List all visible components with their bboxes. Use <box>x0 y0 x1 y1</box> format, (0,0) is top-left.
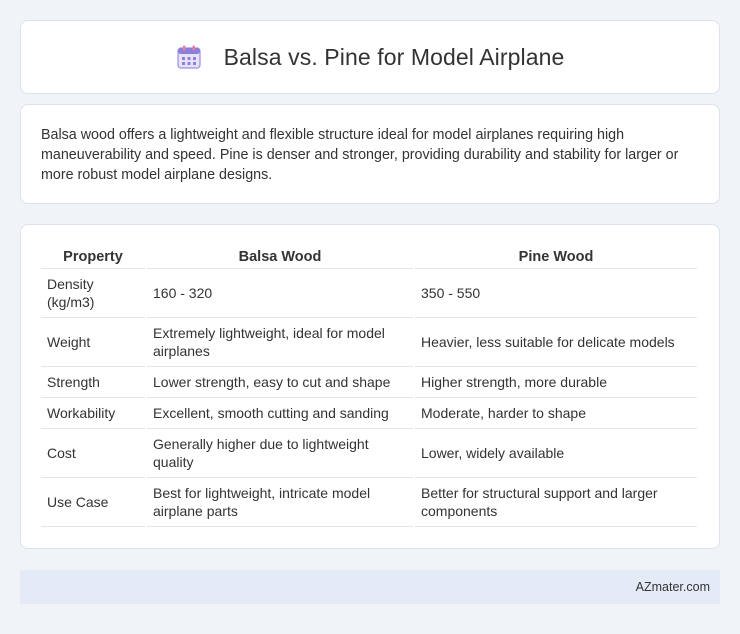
cell-pine: Lower, widely available <box>415 429 697 478</box>
description-text: Balsa wood offers a lightweight and flex… <box>41 127 679 183</box>
description-card: Balsa wood offers a lightweight and flex… <box>20 104 720 204</box>
header-pine: Pine Wood <box>415 245 697 269</box>
title-card: Balsa vs. Pine for Model Airplane <box>20 20 720 94</box>
footer-brand: AZmater.com <box>635 580 710 594</box>
header-property: Property <box>41 245 145 269</box>
table-row: Workability Excellent, smooth cutting an… <box>41 398 697 429</box>
cell-property: Use Case <box>41 478 145 527</box>
cell-property: Weight <box>41 318 145 367</box>
page-title: Balsa vs. Pine for Model Airplane <box>223 43 565 70</box>
cell-property: Workability <box>41 398 145 429</box>
header-balsa: Balsa Wood <box>147 245 413 269</box>
table-row: Weight Extremely lightweight, ideal for … <box>41 318 697 367</box>
cell-balsa: 160 - 320 <box>147 269 413 318</box>
cell-property: Cost <box>41 429 145 478</box>
table-row: Density (kg/m3) 160 - 320 350 - 550 <box>41 269 697 318</box>
footer: AZmater.com <box>20 570 720 604</box>
cell-balsa: Generally higher due to lightweight qual… <box>147 429 413 478</box>
comparison-table-card: Property Balsa Wood Pine Wood Density (k… <box>20 224 720 549</box>
cell-balsa: Lower strength, easy to cut and shape <box>147 367 413 398</box>
cell-property: Density (kg/m3) <box>41 269 145 318</box>
cell-pine: Higher strength, more durable <box>415 367 697 398</box>
cell-pine: Heavier, less suitable for delicate mode… <box>415 318 697 367</box>
table-row: Use Case Best for lightweight, intricate… <box>41 478 697 527</box>
table-row: Strength Lower strength, easy to cut and… <box>41 367 697 398</box>
cell-balsa: Best for lightweight, intricate model ai… <box>147 478 413 527</box>
table-header-row: Property Balsa Wood Pine Wood <box>41 245 697 269</box>
cell-property: Strength <box>41 367 145 398</box>
comparison-table: Property Balsa Wood Pine Wood Density (k… <box>39 245 699 527</box>
cell-balsa: Extremely lightweight, ideal for model a… <box>147 318 413 367</box>
cell-pine: 350 - 550 <box>415 269 697 318</box>
calendar-icon <box>176 45 201 69</box>
cell-pine: Moderate, harder to shape <box>415 398 697 429</box>
cell-balsa: Excellent, smooth cutting and sanding <box>147 398 413 429</box>
table-row: Cost Generally higher due to lightweight… <box>41 429 697 478</box>
cell-pine: Better for structural support and larger… <box>415 478 697 527</box>
